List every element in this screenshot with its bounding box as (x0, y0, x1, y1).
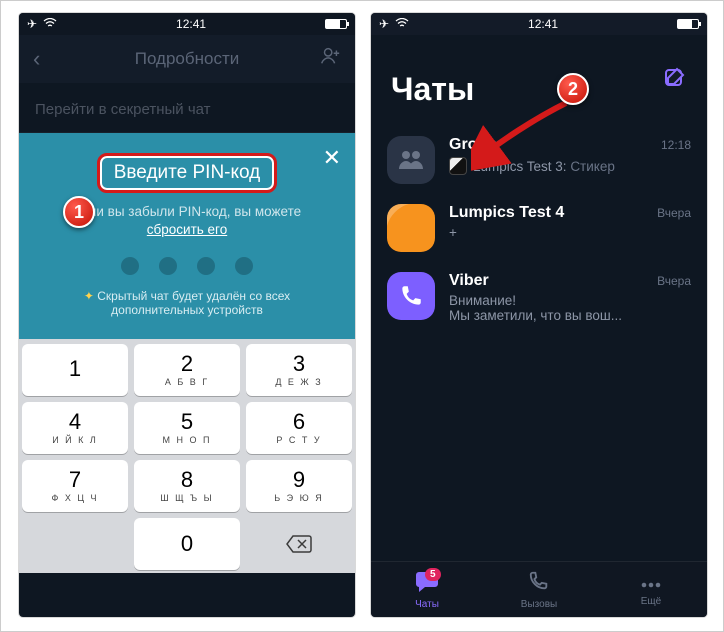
pin-warning: Скрытый чат будет удалён со всех дополни… (37, 289, 337, 317)
status-bar: ✈ 12:41 (19, 13, 355, 35)
chat-name: Lumpics Test 4 (449, 204, 564, 222)
back-icon[interactable]: ‹ (33, 46, 40, 72)
chat-name: Viber (449, 272, 489, 290)
key-2[interactable]: 2А Б В Г (134, 344, 240, 396)
arrow-icon (471, 93, 581, 173)
wifi-icon (395, 17, 409, 31)
chat-preview: + (449, 225, 691, 240)
callout-2: 2 (557, 73, 589, 105)
compose-icon[interactable] (659, 63, 689, 93)
details-header: ‹ Подробности (19, 35, 355, 83)
clock: 12:41 (176, 17, 206, 31)
key-1[interactable]: 1 (22, 344, 128, 396)
more-icon (640, 573, 662, 593)
chat-time: Вчера (657, 206, 691, 220)
key-0[interactable]: 0 (134, 518, 240, 570)
sticker-thumb-icon (449, 157, 467, 175)
key-empty (22, 518, 128, 570)
key-backspace[interactable] (246, 518, 352, 570)
tab-more[interactable]: Ещё (595, 562, 707, 617)
battery-icon (325, 19, 347, 29)
close-icon[interactable]: ✕ (323, 145, 341, 171)
avatar-group-icon (387, 136, 435, 184)
airplane-icon: ✈ (27, 17, 37, 31)
key-9[interactable]: 9Ь Э Ю Я (246, 460, 352, 512)
reset-pin-link[interactable]: сбросить его (147, 222, 227, 237)
chat-row-lumpics4[interactable]: Lumpics Test 4 Вчера + (371, 194, 707, 262)
key-5[interactable]: 5М Н О П (134, 402, 240, 454)
phone-left: ✈ 12:41 ‹ Подробности Перейти в секретны… (19, 13, 355, 617)
battery-icon (677, 19, 699, 29)
add-person-icon[interactable] (319, 45, 341, 73)
avatar-viber-icon (387, 272, 435, 320)
chat-time: 12:18 (661, 138, 691, 152)
key-8[interactable]: 8Ш Щ Ъ Ы (134, 460, 240, 512)
key-7[interactable]: 7Ф Х Ц Ч (22, 460, 128, 512)
badge: 5 (425, 568, 441, 581)
clock: 12:41 (528, 17, 558, 31)
numpad: 1 2А Б В Г 3Д Е Ж З 4И Й К Л 5М Н О П 6Р… (19, 339, 355, 573)
wifi-icon (43, 17, 57, 31)
chat-preview: Внимание!Мы заметили, что вы вош... (449, 293, 691, 323)
tab-chats[interactable]: 5 Чаты (371, 562, 483, 617)
phone-icon (528, 570, 550, 596)
airplane-icon: ✈ (379, 17, 389, 31)
header-title: Подробности (135, 49, 240, 69)
pin-dialog: ✕ Введите PIN-код Если вы забыли PIN-код… (19, 133, 355, 339)
tab-bar: 5 Чаты Вызовы Ещё (371, 561, 707, 617)
status-bar: ✈ 12:41 (371, 13, 707, 35)
key-3[interactable]: 3Д Е Ж З (246, 344, 352, 396)
secret-chat-link[interactable]: Перейти в секретный чат (19, 83, 355, 133)
chat-time: Вчера (657, 274, 691, 288)
pin-title: Введите PIN-код (97, 153, 278, 193)
pin-dots (37, 257, 337, 275)
avatar-orange-icon (387, 204, 435, 252)
key-6[interactable]: 6Р С Т У (246, 402, 352, 454)
callout-1: 1 (63, 196, 95, 228)
key-4[interactable]: 4И Й К Л (22, 402, 128, 454)
chat-row-viber[interactable]: Viber Вчера Внимание!Мы заметили, что вы … (371, 262, 707, 333)
tab-calls[interactable]: Вызовы (483, 562, 595, 617)
